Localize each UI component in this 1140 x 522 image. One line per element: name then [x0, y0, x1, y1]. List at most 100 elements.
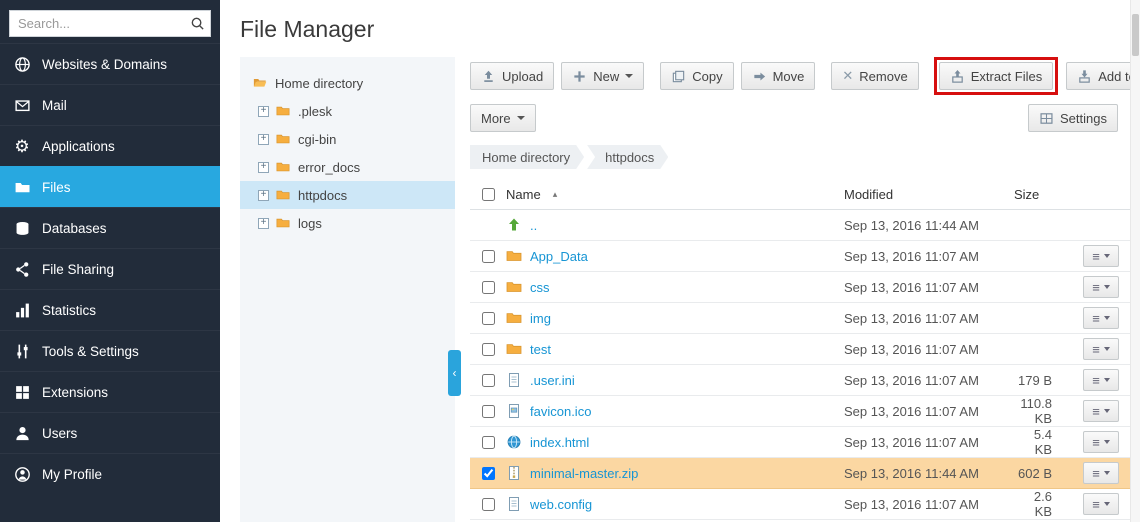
select-all-checkbox[interactable]: [482, 188, 495, 201]
file-link[interactable]: web.config: [530, 497, 592, 512]
row-menu-button[interactable]: ≡: [1083, 245, 1119, 267]
sidebar-item-label: File Sharing: [42, 262, 114, 277]
table-row[interactable]: index.html Sep 13, 2016 11:07 AM 5.4 KB …: [470, 427, 1130, 458]
table-row[interactable]: web.config Sep 13, 2016 11:07 AM 2.6 KB …: [470, 489, 1130, 520]
tree-item-httpdocs[interactable]: + httpdocs: [240, 181, 455, 209]
row-menu-button[interactable]: ≡: [1083, 276, 1119, 298]
scrollbar[interactable]: [1130, 0, 1140, 522]
tree-item-plesk[interactable]: + .plesk: [240, 97, 455, 125]
breadcrumb-httpdocs[interactable]: httpdocs: [587, 145, 668, 169]
expand-plus-icon[interactable]: +: [258, 106, 269, 117]
main-content: File Manager Home directory + .plesk + c…: [220, 0, 1140, 522]
up-arrow-icon: [506, 217, 522, 233]
expand-plus-icon[interactable]: +: [258, 218, 269, 229]
file-link[interactable]: minimal-master.zip: [530, 466, 638, 481]
row-menu-button[interactable]: ≡: [1083, 307, 1119, 329]
column-header-name[interactable]: Name: [506, 187, 541, 202]
modified-text: Sep 13, 2016 11:07 AM: [844, 373, 1014, 388]
row-checkbox[interactable]: [482, 250, 495, 263]
table-row[interactable]: favicon.ico Sep 13, 2016 11:07 AM 110.8 …: [470, 396, 1130, 427]
row-menu-button[interactable]: ≡: [1083, 493, 1119, 515]
file-link[interactable]: .user.ini: [530, 373, 575, 388]
tree-collapse-handle[interactable]: ‹: [448, 350, 461, 396]
folder-link[interactable]: img: [530, 311, 551, 326]
expand-plus-icon[interactable]: +: [258, 134, 269, 145]
move-button[interactable]: Move: [741, 62, 816, 90]
row-checkbox[interactable]: [482, 374, 495, 387]
tree-item-error-docs[interactable]: + error_docs: [240, 153, 455, 181]
table-row[interactable]: css Sep 13, 2016 11:07 AM ≡: [470, 272, 1130, 303]
sidebar-item-tools-settings[interactable]: Tools & Settings: [0, 330, 220, 371]
sidebar-item-statistics[interactable]: Statistics: [0, 289, 220, 330]
row-checkbox[interactable]: [482, 312, 495, 325]
file-link[interactable]: index.html: [530, 435, 589, 450]
row-menu-button[interactable]: ≡: [1083, 462, 1119, 484]
blocks-icon: [13, 383, 31, 401]
file-panel: Upload New Copy Move: [470, 57, 1130, 522]
search-icon[interactable]: [190, 16, 205, 31]
gear-icon: ⚙: [13, 137, 31, 155]
table-row[interactable]: img Sep 13, 2016 11:07 AM ≡: [470, 303, 1130, 334]
extract-files-button[interactable]: Extract Files: [939, 62, 1054, 90]
sidebar-item-mail[interactable]: Mail: [0, 84, 220, 125]
table-header: Name ▴ Modified Size: [470, 179, 1130, 210]
parent-directory-link[interactable]: ..: [530, 218, 537, 233]
row-checkbox[interactable]: [482, 405, 495, 418]
table-row-selected[interactable]: minimal-master.zip Sep 13, 2016 11:44 AM…: [470, 458, 1130, 489]
row-menu-button[interactable]: ≡: [1083, 338, 1119, 360]
file-link[interactable]: favicon.ico: [530, 404, 591, 419]
row-menu-button[interactable]: ≡: [1083, 400, 1119, 422]
table-row[interactable]: .. Sep 13, 2016 11:44 AM: [470, 210, 1130, 241]
row-checkbox[interactable]: [482, 436, 495, 449]
breadcrumb-home-directory[interactable]: Home directory: [470, 145, 584, 169]
new-button[interactable]: New: [561, 62, 644, 90]
table-row[interactable]: .user.ini Sep 13, 2016 11:07 AM 179 B ≡: [470, 365, 1130, 396]
add-to-archive-button[interactable]: Add to Archive: [1066, 62, 1140, 90]
x-icon: ✕: [842, 68, 853, 84]
upload-button[interactable]: Upload: [470, 62, 554, 90]
row-checkbox[interactable]: [482, 498, 495, 511]
column-header-size[interactable]: Size: [1014, 187, 1072, 202]
sidebar-item-files[interactable]: Files: [0, 166, 220, 207]
row-checkbox-cell: [470, 436, 506, 449]
more-button[interactable]: More: [470, 104, 536, 132]
expand-plus-icon[interactable]: +: [258, 190, 269, 201]
tree-item-cgi-bin[interactable]: + cgi-bin: [240, 125, 455, 153]
sidebar-item-applications[interactable]: ⚙ Applications: [0, 125, 220, 166]
folder-link[interactable]: test: [530, 342, 551, 357]
table-row[interactable]: test Sep 13, 2016 11:07 AM ≡: [470, 334, 1130, 365]
row-menu-button[interactable]: ≡: [1083, 431, 1119, 453]
row-checkbox[interactable]: [482, 467, 495, 480]
sidebar-item-my-profile[interactable]: My Profile: [0, 453, 220, 494]
row-checkbox[interactable]: [482, 281, 495, 294]
table-row[interactable]: App_Data Sep 13, 2016 11:07 AM ≡: [470, 241, 1130, 272]
share-icon: [13, 260, 31, 278]
row-checkbox[interactable]: [482, 343, 495, 356]
expand-plus-icon[interactable]: +: [258, 162, 269, 173]
tree-item-logs[interactable]: + logs: [240, 209, 455, 237]
sidebar-nav: Websites & Domains Mail ⚙ Applications F…: [0, 43, 220, 494]
settings-button[interactable]: Settings: [1028, 104, 1118, 132]
folder-link[interactable]: App_Data: [530, 249, 588, 264]
caret-down-icon: [1104, 409, 1110, 413]
sidebar-item-extensions[interactable]: Extensions: [0, 371, 220, 412]
sidebar-item-label: Applications: [42, 139, 115, 154]
row-menu-button[interactable]: ≡: [1083, 369, 1119, 391]
sidebar-item-websites-domains[interactable]: Websites & Domains: [0, 43, 220, 84]
sidebar-item-users[interactable]: Users: [0, 412, 220, 453]
column-header-modified[interactable]: Modified: [844, 187, 1014, 202]
row-checkbox-cell: [470, 343, 506, 356]
search-input[interactable]: [9, 10, 211, 37]
folder-link[interactable]: css: [530, 280, 550, 295]
sidebar-item-databases[interactable]: Databases: [0, 207, 220, 248]
sidebar-item-file-sharing[interactable]: File Sharing: [0, 248, 220, 289]
profile-icon: [13, 465, 31, 483]
caret-down-icon: [625, 74, 633, 78]
tree-item-label: Home directory: [275, 76, 363, 91]
scrollbar-thumb[interactable]: [1132, 14, 1139, 56]
tree-item-home-directory[interactable]: Home directory: [240, 69, 455, 97]
row-checkbox-cell: [470, 405, 506, 418]
image-file-icon: [506, 403, 522, 419]
copy-button[interactable]: Copy: [660, 62, 733, 90]
remove-button[interactable]: ✕ Remove: [831, 62, 918, 90]
